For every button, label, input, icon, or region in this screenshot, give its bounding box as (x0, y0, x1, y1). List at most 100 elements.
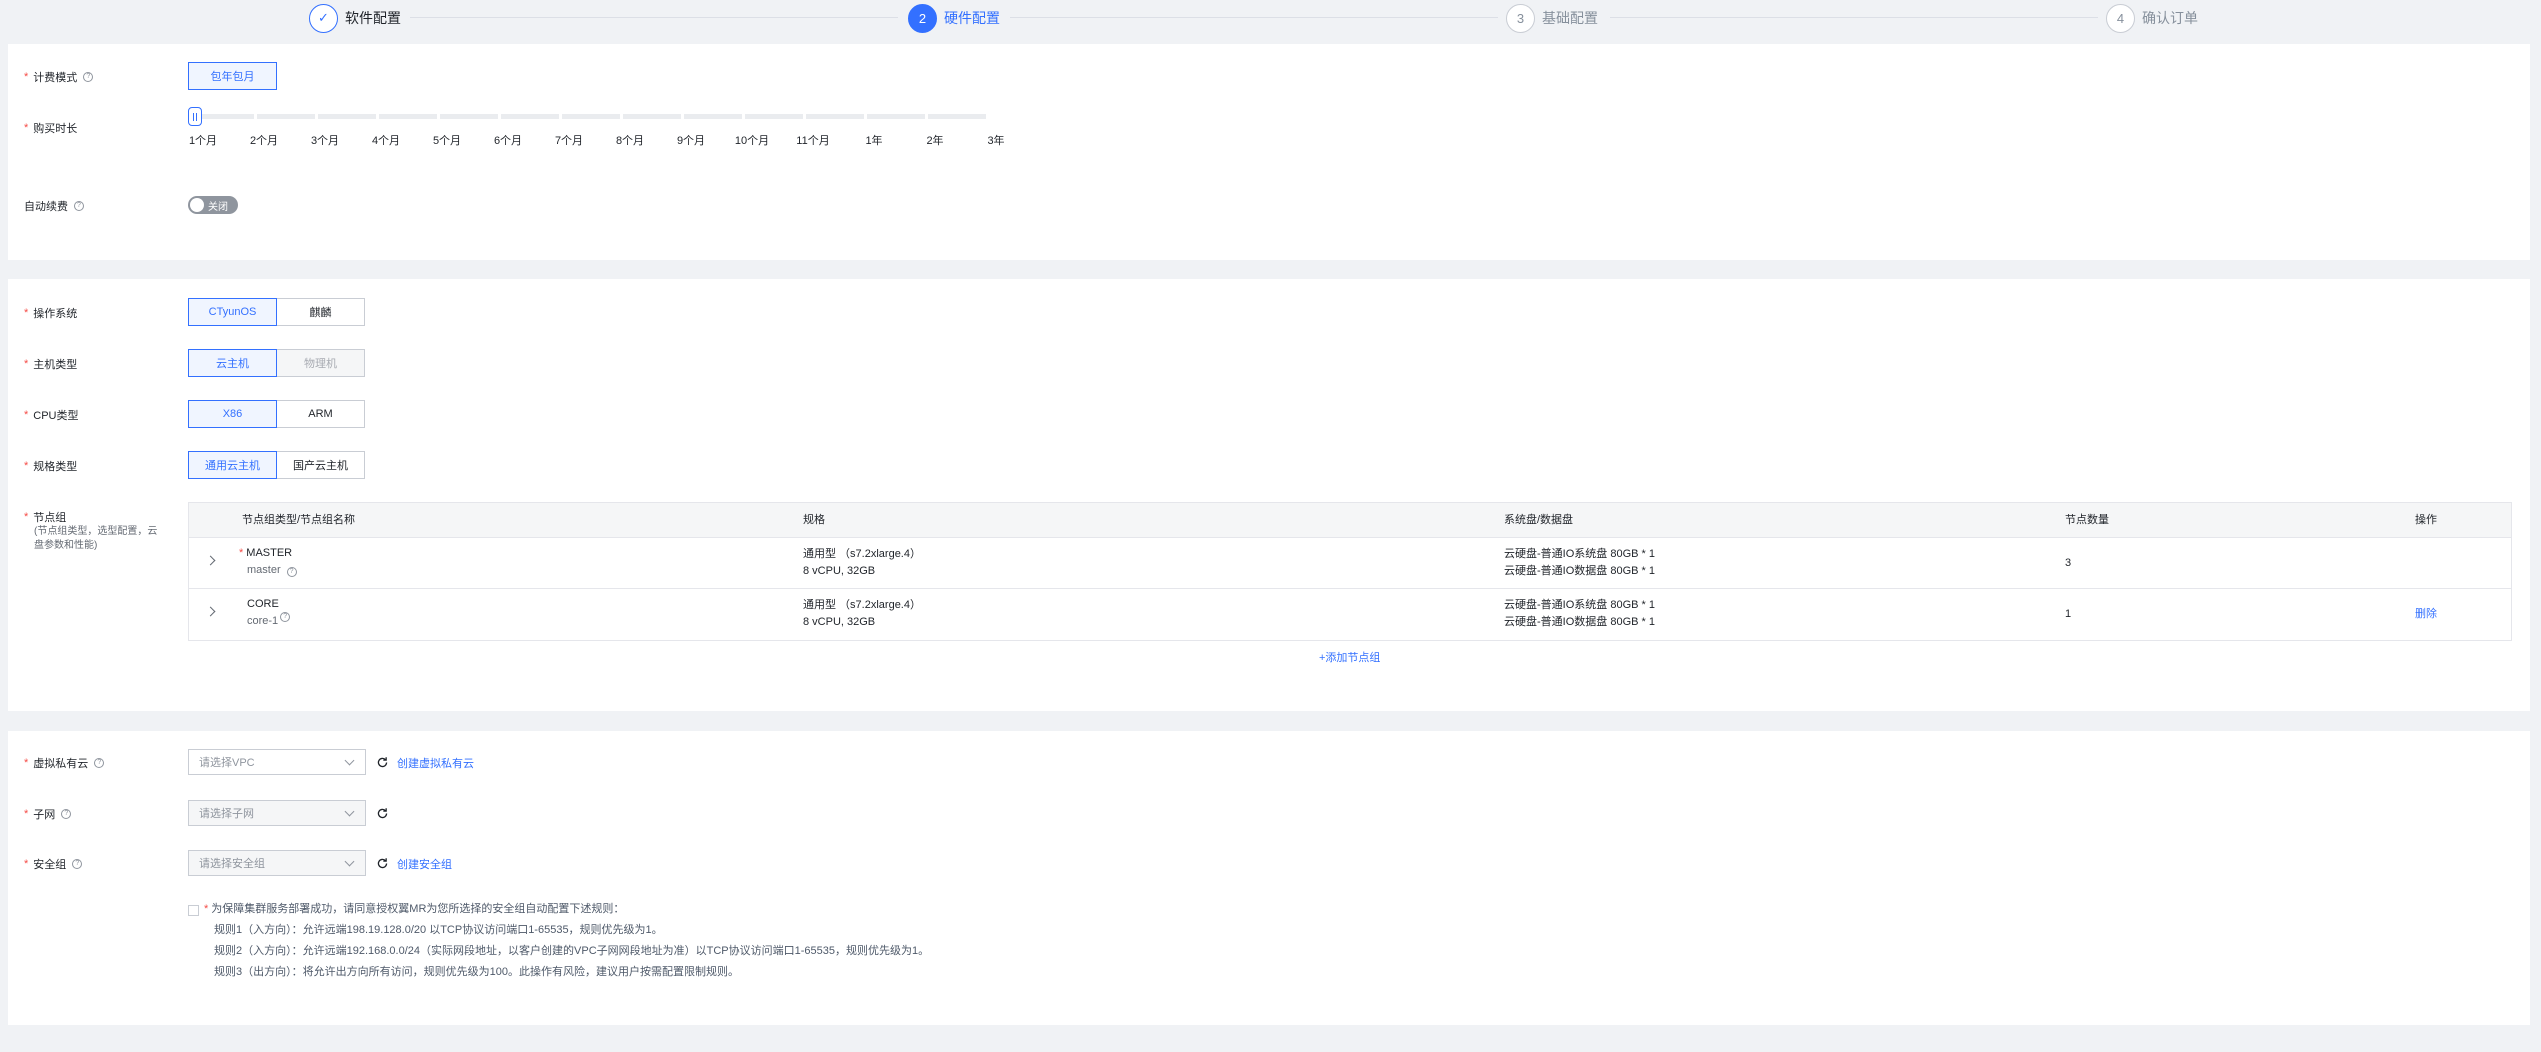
slider-segment[interactable] (745, 114, 803, 119)
cpu-type-label: * CPU类型 (24, 409, 79, 422)
slider-segment[interactable] (318, 114, 376, 119)
slider-segment[interactable] (867, 114, 925, 119)
security-group-label: * 安全组? (24, 856, 83, 872)
subnet-select[interactable]: 请选择子网 (188, 800, 366, 826)
step-label: 软件配置 (345, 10, 401, 26)
node-type: CORE (247, 598, 279, 610)
host-option-cloud[interactable]: 云主机 (188, 349, 277, 377)
agree-checkbox[interactable] (188, 905, 199, 916)
host-option-physical: 物理机 (276, 349, 365, 377)
duration-tick[interactable]: 4个月 (372, 132, 400, 148)
help-icon: ? (83, 72, 94, 82)
vpc-select[interactable]: 请选择VPC (188, 749, 366, 775)
vpc-label: * 虚拟私有云? (24, 755, 105, 771)
add-node-group-link[interactable]: +添加节点组 (1319, 649, 1380, 665)
duration-label: * 购买时长 (24, 122, 78, 135)
subnet-placeholder: 请选择子网 (199, 808, 254, 820)
col-header: 系统盘/数据盘 (1504, 514, 1574, 526)
expand-chevron-icon[interactable] (205, 555, 216, 566)
col-header: 操作 (2415, 514, 2437, 526)
node-count: 3 (2065, 557, 2072, 569)
spec-option-general[interactable]: 通用云主机 (188, 451, 277, 479)
table-row: CORE core-1? 通用型 （s7.2xlarge.4） 8 vCPU, … (189, 589, 2511, 640)
node-name: master? (247, 562, 297, 578)
create-security-group-link[interactable]: 创建安全组 (397, 856, 452, 872)
os-option-ctyunos[interactable]: CTyunOS (188, 298, 277, 326)
step-number: 4 (2106, 3, 2135, 33)
step-confirm[interactable]: 4 确认订单 (2106, 3, 2204, 33)
duration-tick[interactable]: 7个月 (555, 132, 583, 148)
billing-card: * 计费模式? 包年包月 * 购买时长 1个月 2个月 3个月 4个月 5个月 6个月 7个月 8… (8, 44, 2530, 260)
autorenew-toggle[interactable]: 关闭 (188, 196, 238, 214)
step-label: 基础配置 (1542, 10, 1598, 26)
slider-segment[interactable] (440, 114, 498, 119)
duration-tick[interactable]: 1个月 (189, 132, 217, 148)
step-number: 2 (908, 3, 937, 33)
chevron-down-icon (344, 755, 355, 766)
cpu-option-x86[interactable]: X86 (188, 400, 277, 428)
node-spec-detail: 8 vCPU, 32GB (803, 565, 876, 577)
autorenew-label: 自动续费? (24, 198, 84, 214)
rule-2: 规则2（入方向）：允许远端192.168.0.0/24（实际网段地址，以客户创建… (214, 945, 930, 957)
steps-bar: ✓ 软件配置 2 硬件配置 3 基础配置 4 确认订单 (0, 0, 2541, 36)
step-basic[interactable]: 3 基础配置 (1506, 3, 1604, 33)
step-number: 3 (1506, 3, 1535, 33)
hardware-card: * 操作系统 CTyunOS 麒麟 * 主机类型 云主机 物理机 * CPU类型 X8… (8, 279, 2530, 711)
duration-tick[interactable]: 3个月 (311, 132, 339, 148)
duration-tick[interactable]: 11个月 (796, 132, 829, 148)
node-group-label: * 节点组 (24, 511, 67, 524)
duration-tick[interactable]: 5个月 (433, 132, 461, 148)
duration-tick[interactable]: 2年 (926, 132, 943, 148)
spec-option-domestic[interactable]: 国产云主机 (276, 451, 365, 479)
refresh-icon[interactable] (376, 756, 389, 769)
delete-node-group-link[interactable]: 删除 (2415, 606, 2437, 622)
node-spec-type: 通用型 （s7.2xlarge.4） (803, 599, 921, 611)
duration-tick[interactable]: 6个月 (494, 132, 522, 148)
help-icon: ? (280, 612, 291, 622)
step-label: 硬件配置 (944, 10, 1000, 26)
slider-segment[interactable] (684, 114, 742, 119)
slider-segment[interactable] (257, 114, 315, 119)
node-count: 1 (2065, 608, 2072, 620)
slider-segment[interactable] (623, 114, 681, 119)
duration-tick[interactable]: 3年 (987, 132, 1004, 148)
billing-mode-option[interactable]: 包年包月 (188, 62, 277, 90)
slider-segment[interactable] (806, 114, 864, 119)
duration-tick[interactable]: 9个月 (677, 132, 705, 148)
duration-tick[interactable]: 1年 (865, 132, 882, 148)
os-option-kylin[interactable]: 麒麟 (276, 298, 365, 326)
table-header: 节点组类型/节点组名称 规格 系统盘/数据盘 节点数量 操作 (189, 503, 2511, 538)
step-software[interactable]: ✓ 软件配置 (309, 3, 407, 33)
billing-mode-label: * 计费模式? (24, 69, 94, 85)
step-connector (410, 17, 898, 18)
node-group-table: 节点组类型/节点组名称 规格 系统盘/数据盘 节点数量 操作 * MASTER m… (188, 502, 2512, 641)
node-type: * MASTER (239, 547, 293, 559)
slider-segment[interactable] (501, 114, 559, 119)
duration-slider-track[interactable] (196, 114, 998, 119)
slider-segment[interactable] (562, 114, 620, 119)
refresh-icon[interactable] (376, 807, 389, 820)
security-group-select[interactable]: 请选择安全组 (188, 850, 366, 876)
host-type-label: * 主机类型 (24, 358, 78, 371)
cpu-option-arm[interactable]: ARM (276, 400, 365, 428)
step-hardware[interactable]: 2 硬件配置 (908, 3, 1006, 33)
slider-segment[interactable] (379, 114, 437, 119)
vpc-placeholder: 请选择VPC (199, 757, 255, 769)
slider-segment[interactable] (196, 114, 254, 119)
expand-chevron-icon[interactable] (205, 606, 216, 617)
spec-type-label: * 规格类型 (24, 460, 78, 473)
network-card: * 虚拟私有云? 请选择VPC 创建虚拟私有云 * 子网? 请选择子网 * 安全组? … (8, 731, 2530, 1025)
create-vpc-link[interactable]: 创建虚拟私有云 (397, 755, 474, 771)
table-row: * MASTER master? 通用型 （s7.2xlarge.4） 8 vCP… (189, 538, 2511, 589)
slider-segment[interactable] (928, 114, 986, 119)
duration-slider-handle[interactable] (188, 107, 202, 126)
duration-tick[interactable]: 10个月 (735, 132, 769, 148)
duration-tick[interactable]: 8个月 (616, 132, 644, 148)
help-icon: ? (61, 809, 72, 819)
node-spec-detail: 8 vCPU, 32GB (803, 616, 876, 628)
col-header: 节点数量 (2065, 514, 2109, 526)
spec-type-selector: 通用云主机 国产云主机 (188, 451, 365, 479)
refresh-icon[interactable] (376, 857, 389, 870)
host-type-selector: 云主机 物理机 (188, 349, 365, 377)
duration-tick[interactable]: 2个月 (250, 132, 278, 148)
